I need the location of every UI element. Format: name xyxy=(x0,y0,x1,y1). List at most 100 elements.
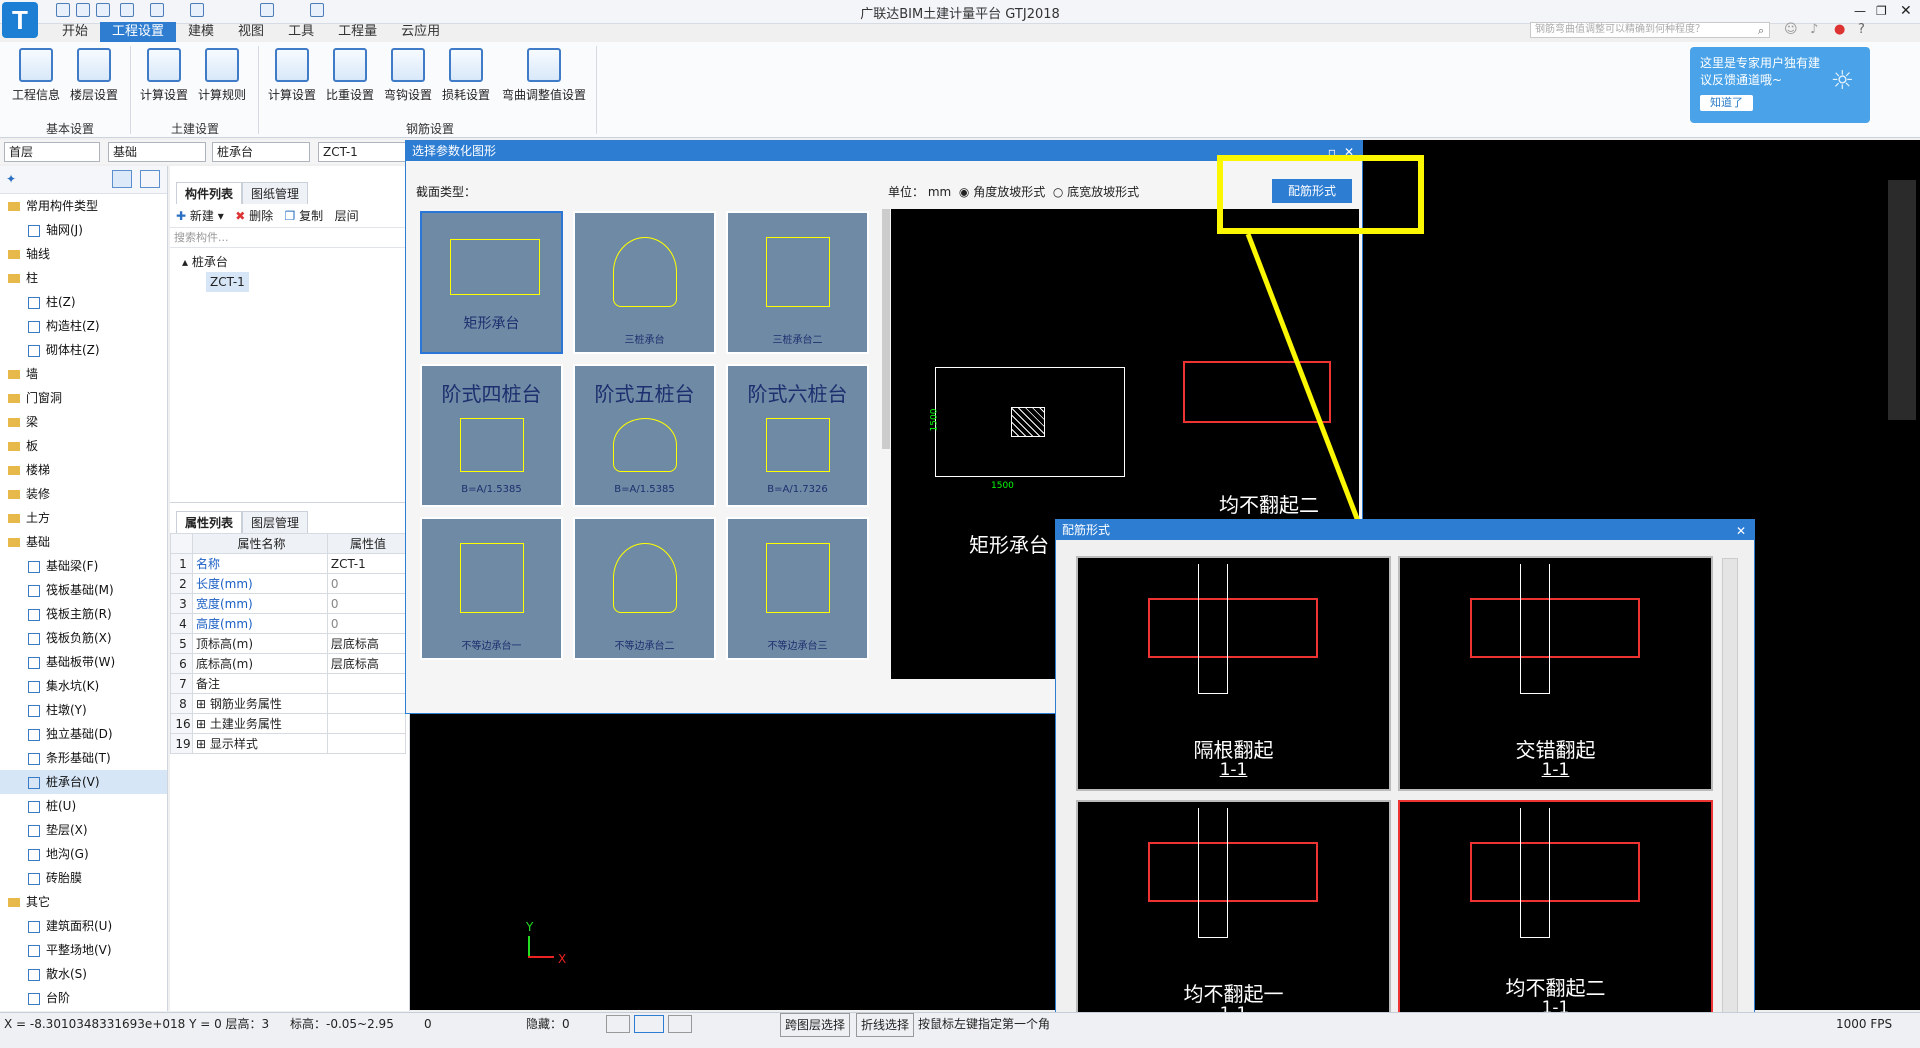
radio-width-icon[interactable]: ○ xyxy=(1053,185,1063,199)
rebar-calc-settings-button[interactable]: 计算设置 xyxy=(262,48,322,103)
grid-toggle-icon[interactable] xyxy=(668,1015,692,1033)
property-row[interactable]: 3 宽度(mm) 0 xyxy=(170,593,407,614)
rebar-form-option[interactable]: 均不翻起一1-1 xyxy=(1076,800,1391,1035)
tree-group[interactable]: 门窗洞 xyxy=(0,386,167,410)
tree-group[interactable]: 墙 xyxy=(0,362,167,386)
tree-item[interactable]: 桩(U) xyxy=(0,794,167,818)
property-row[interactable]: 7 备注 xyxy=(170,673,407,694)
tree-item[interactable]: 柱墩(Y) xyxy=(0,698,167,722)
floor-select[interactable]: 首层 xyxy=(4,142,100,162)
rebar-form-option[interactable]: 交错翻起 1-1 xyxy=(1398,556,1713,791)
shape-thumb[interactable]: 阶式六桩台 B=A/1.7326 xyxy=(726,364,869,507)
tree-child-zct1[interactable]: ZCT-1 xyxy=(206,272,249,292)
tab-component-list[interactable]: 构件列表 xyxy=(176,182,243,204)
tree-group[interactable]: 板 xyxy=(0,434,167,458)
prop-value[interactable]: 层底标高 xyxy=(326,653,407,674)
prop-value[interactable] xyxy=(326,693,407,714)
tree-item[interactable]: 散水(S) xyxy=(0,962,167,986)
new-button[interactable]: 新建 xyxy=(190,209,214,223)
redo-icon[interactable] xyxy=(150,3,164,17)
list-view-icon[interactable] xyxy=(112,170,132,188)
tree-group[interactable]: 装修 xyxy=(0,482,167,506)
shape-thumb[interactable]: 不等边承台二 xyxy=(573,517,716,660)
tree-item[interactable]: 砖胎膜 xyxy=(0,866,167,890)
property-row[interactable]: 2 长度(mm) 0 xyxy=(170,573,407,594)
shape-thumb[interactable]: 三桩承台二 xyxy=(726,211,869,354)
tree-group[interactable]: 楼梯 xyxy=(0,458,167,482)
thumb-scrollbar[interactable] xyxy=(882,209,890,449)
calc-rules-button[interactable]: 计算规则 xyxy=(192,48,252,103)
property-row[interactable]: 1 名称 ZCT-1 xyxy=(170,553,407,574)
rebar-form-option[interactable]: 隔根翻起 1-1 xyxy=(1076,556,1391,791)
pin-icon[interactable]: ✦ xyxy=(6,172,16,186)
radio-angle-slope[interactable]: 角度放坡形式 xyxy=(973,185,1045,199)
help-search-input[interactable]: 钢筋弯曲值调整可以精确到何种程度？ xyxy=(1530,22,1770,38)
component-select[interactable]: ZCT-1 xyxy=(318,142,408,162)
tree-item[interactable]: 构造柱(Z) xyxy=(0,314,167,338)
app-logo[interactable]: T xyxy=(2,2,38,38)
floor-copy-button[interactable]: 层间 xyxy=(335,209,359,223)
tree-group[interactable]: 梁 xyxy=(0,410,167,434)
property-row[interactable]: 16 ⊞ 土建业务属性 xyxy=(170,713,407,734)
feedback-icon[interactable]: ● xyxy=(1834,22,1845,37)
tree-item[interactable]: 桩承台(V) xyxy=(0,770,167,794)
expand-icon[interactable]: ⊞ xyxy=(196,717,210,731)
shape-thumb[interactable]: 矩形承台 xyxy=(420,211,563,354)
type-select[interactable]: 桩承台 xyxy=(212,142,310,162)
expand-icon[interactable]: ⊞ xyxy=(196,737,210,751)
tab-modeling[interactable]: 建模 xyxy=(176,22,226,42)
copy-button[interactable]: 复制 xyxy=(299,209,323,223)
prop-value[interactable] xyxy=(326,713,407,734)
bend-adjust-button[interactable]: 弯曲调整值设置 xyxy=(496,48,592,103)
category-select[interactable]: 基础 xyxy=(108,142,206,162)
rebar-form-option[interactable]: 均不翻起二 1-1 xyxy=(1398,800,1713,1035)
grid-view-icon[interactable] xyxy=(140,170,160,188)
tip-ok-button[interactable]: 知道了 xyxy=(1700,95,1753,111)
close-icon[interactable]: ✕ xyxy=(1736,521,1746,541)
bell-icon[interactable]: ♪ xyxy=(1810,22,1818,37)
tree-item[interactable]: 建筑面积(U) xyxy=(0,914,167,938)
hook-settings-button[interactable]: 弯钩设置 xyxy=(378,48,438,103)
restore-icon[interactable]: ❐ xyxy=(1876,4,1887,18)
tree-item[interactable]: 集水坑(K) xyxy=(0,674,167,698)
tab-layer-mgmt[interactable]: 图层管理 xyxy=(242,511,309,533)
grid-icon[interactable] xyxy=(310,3,324,17)
undo-icon[interactable] xyxy=(120,3,134,17)
tab-project-settings[interactable]: 工程设置 xyxy=(100,22,177,42)
loss-settings-button[interactable]: 损耗设置 xyxy=(436,48,496,103)
tree-group[interactable]: 轴线 xyxy=(0,242,167,266)
new-file-icon[interactable] xyxy=(76,3,90,17)
tree-item[interactable]: 柱(Z) xyxy=(0,290,167,314)
shape-thumb[interactable]: 阶式四桩台 B=A/1.5385 xyxy=(420,364,563,507)
tree-group[interactable]: 柱 xyxy=(0,266,167,290)
tab-drawing-mgmt[interactable]: 图纸管理 xyxy=(242,182,309,204)
delete-button[interactable]: 删除 xyxy=(249,209,273,223)
tab-cloud[interactable]: 云应用 xyxy=(389,22,452,42)
prop-value[interactable]: 0 xyxy=(326,593,407,614)
prop-value[interactable]: 0 xyxy=(326,573,407,594)
tab-view[interactable]: 视图 xyxy=(226,22,276,42)
project-info-button[interactable]: 工程信息 xyxy=(6,48,66,103)
tree-item[interactable]: 筏板主筋(R) xyxy=(0,602,167,626)
property-row[interactable]: 8 ⊞ 钢筋业务属性 xyxy=(170,693,407,714)
tree-item[interactable]: 砌体柱(Z) xyxy=(0,338,167,362)
radio-angle-icon[interactable]: ◉ xyxy=(959,185,969,199)
shape-thumb[interactable]: 阶式五桩台 B=A/1.5385 xyxy=(573,364,716,507)
radio-width-slope[interactable]: 底宽放坡形式 xyxy=(1067,185,1139,199)
weight-settings-button[interactable]: 比重设置 xyxy=(320,48,380,103)
tab-tools[interactable]: 工具 xyxy=(276,22,326,42)
tree-item[interactable]: 基础梁(F) xyxy=(0,554,167,578)
cross-layer-select-button[interactable]: 跨图层选择 xyxy=(780,1013,851,1037)
prop-value[interactable] xyxy=(326,673,407,694)
expand-icon[interactable]: ⊞ xyxy=(196,697,210,711)
minimize-icon[interactable]: — xyxy=(1854,4,1866,18)
tree-group[interactable]: 土方 xyxy=(0,506,167,530)
user-icon[interactable]: ☺ xyxy=(1784,22,1798,37)
view-toolbar[interactable] xyxy=(1888,180,1916,420)
shape-thumb[interactable]: 不等边承台一 xyxy=(420,517,563,660)
floor-settings-button[interactable]: 楼层设置 xyxy=(64,48,124,103)
tree-group[interactable]: 基础 xyxy=(0,530,167,554)
tree-item[interactable]: 轴网(J) xyxy=(0,218,167,242)
ortho-toggle-icon[interactable] xyxy=(606,1015,630,1033)
prop-value[interactable] xyxy=(326,733,407,754)
